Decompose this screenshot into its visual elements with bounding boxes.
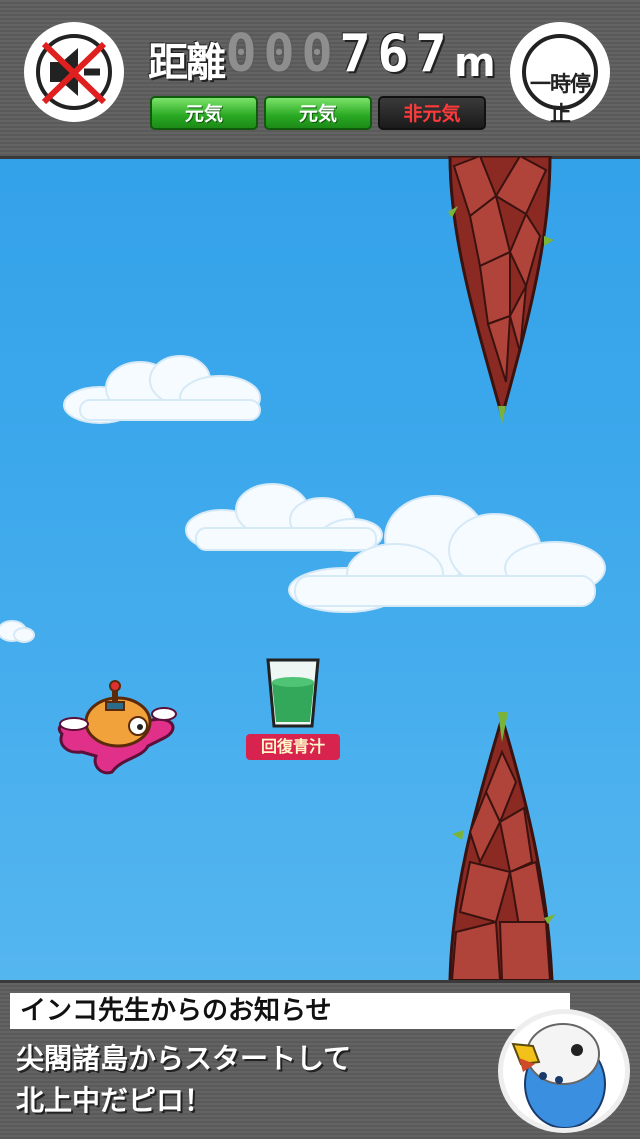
- pause-button-ring: 一時停止: [522, 34, 598, 126]
- pause-button[interactable]: 一時停止: [510, 22, 610, 126]
- speaker-muted-icon: [41, 41, 107, 105]
- cloud-decoration: [288, 495, 606, 613]
- distance-counter: 0 0 0 7 6 7: [222, 24, 450, 84]
- cloud-decoration: [0, 620, 35, 643]
- notice-message-line-1: 尖閣諸島からスタートして: [16, 1042, 352, 1075]
- bamboo-shoot-obstacle-bottom: [448, 712, 556, 980]
- health-meter: 元気 元気 非元気: [150, 96, 486, 130]
- notice-panel: インコ先生からのお知らせ 尖閣諸島からスタートして 北上中だピロ！: [0, 980, 640, 1139]
- distance-digit: 0: [301, 24, 333, 84]
- pause-label: 一時停止: [530, 72, 591, 126]
- health-pill-2: 元気: [264, 96, 372, 130]
- green-juice-glass-icon: [266, 658, 320, 728]
- hud-bar: 距離 0 0 0 7 6 7 m 元気 元気 非元気 一時停止: [0, 0, 640, 159]
- budgie-avatar: [498, 1009, 630, 1133]
- distance-label: 距離: [148, 40, 226, 86]
- recovery-item-label: 回復青汁: [246, 734, 340, 760]
- notice-title: インコ先生からのお知らせ: [10, 993, 570, 1029]
- bamboo-shoot-obstacle-top: [448, 156, 554, 424]
- distance-unit: m: [454, 40, 496, 86]
- distance-digit: 7: [415, 24, 447, 84]
- distance-digit: 0: [263, 24, 295, 84]
- player-character: [58, 680, 177, 775]
- notice-message-line-2: 北上中だピロ！: [16, 1084, 213, 1117]
- distance-digit: 6: [377, 24, 409, 84]
- cloud-decoration: [63, 355, 261, 424]
- mute-button[interactable]: [24, 22, 124, 122]
- health-pill-3: 非元気: [378, 96, 486, 130]
- distance-digit: 0: [225, 24, 257, 84]
- distance-digit: 7: [339, 24, 371, 84]
- health-pill-1: 元気: [150, 96, 258, 130]
- budgie-avatar-icon: [511, 1023, 606, 1128]
